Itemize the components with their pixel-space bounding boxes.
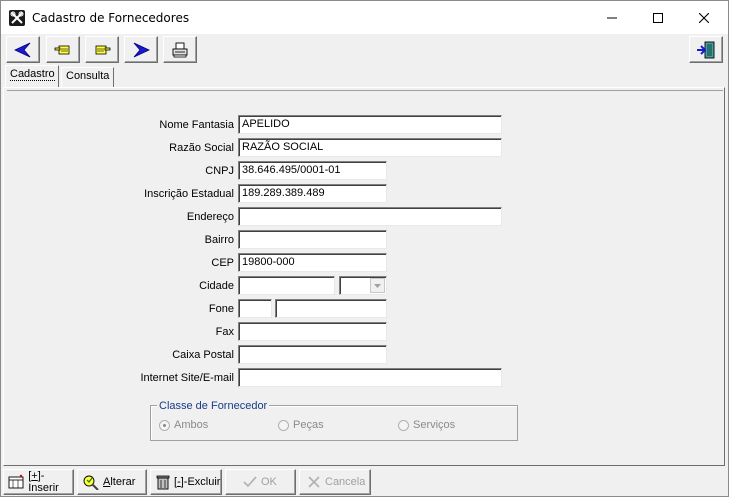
close-icon <box>699 12 709 23</box>
action-bar: [+]-Inserir Alterar [-]-Excluir OK Cance… <box>1 468 728 496</box>
print-button[interactable] <box>163 36 197 63</box>
next-record-button[interactable] <box>85 36 119 63</box>
label-endereco: Endereço <box>186 211 234 223</box>
hand-left-icon <box>54 45 70 54</box>
maximize-button[interactable] <box>635 1 681 34</box>
tab-strip: Cadastro Consulta <box>1 65 728 87</box>
exit-button[interactable] <box>689 36 723 63</box>
radio-pecas-indicator <box>278 419 289 431</box>
site-email-field[interactable] <box>238 368 502 387</box>
excluir-label: [-]-Excluir <box>174 476 221 488</box>
label-nome-fantasia: Nome Fantasia <box>159 119 234 131</box>
radio-servicos-indicator <box>398 419 409 431</box>
tab-consulta[interactable]: Consulta <box>61 67 114 87</box>
tab-cadastro-label: Cadastro <box>10 68 55 81</box>
alterar-button[interactable]: Alterar <box>77 469 147 495</box>
printer-icon <box>172 42 188 57</box>
arrow-right-icon <box>133 42 150 57</box>
label-inscricao-estadual: Inscrição Estadual <box>144 188 234 200</box>
label-cnpj: CNPJ <box>205 165 234 177</box>
close-button[interactable] <box>681 1 727 34</box>
inserir-label: [+]-Inserir <box>28 470 59 494</box>
label-site-email: Internet Site/E-mail <box>140 372 234 384</box>
radio-ambos[interactable]: Ambos <box>159 419 208 431</box>
cancela-label: Cancela <box>325 476 366 488</box>
label-cidade: Cidade <box>199 280 234 292</box>
cancel-x-icon <box>308 476 320 488</box>
cep-field[interactable]: 19800-000 <box>238 253 387 272</box>
label-razao-social: Razão Social <box>169 142 234 154</box>
ok-button[interactable]: OK <box>225 469 296 495</box>
radio-servicos-label: Serviços <box>413 419 456 431</box>
title-bar[interactable]: Cadastro de Fornecedores <box>1 1 728 34</box>
previous-record-button[interactable] <box>46 36 80 63</box>
maximize-icon <box>653 12 663 23</box>
insert-record-icon <box>8 474 24 489</box>
cidade-field[interactable] <box>238 276 335 295</box>
alterar-label: Alterar <box>103 476 136 488</box>
radio-ambos-label: Ambos <box>174 419 209 431</box>
classe-fornecedor-title: Classe de Fornecedor <box>157 400 270 412</box>
tab-cadastro[interactable]: Cadastro <box>5 65 59 87</box>
minimize-icon <box>607 17 617 18</box>
endereco-field[interactable] <box>238 207 502 226</box>
nome-fantasia-field[interactable]: APELIDO <box>238 115 502 134</box>
radio-pecas[interactable]: Peças <box>278 419 324 431</box>
ok-label: OK <box>261 476 277 488</box>
toolbar <box>1 34 728 64</box>
label-caixa-postal: Caixa Postal <box>172 349 234 361</box>
inserir-button[interactable]: [+]-Inserir <box>3 469 74 495</box>
app-icon <box>9 10 25 26</box>
arrow-left-icon <box>14 42 31 57</box>
fax-field[interactable] <box>238 322 387 341</box>
inscricao-estadual-field[interactable]: 189.289.389.489 <box>238 184 387 203</box>
label-cep: CEP <box>211 257 234 269</box>
window-title: Cadastro de Fornecedores <box>32 11 190 25</box>
last-record-button[interactable] <box>124 36 158 63</box>
first-record-button[interactable] <box>6 36 40 63</box>
fone-ddd-field[interactable] <box>238 299 272 318</box>
main-window: Cadastro de Fornecedores Cadastro Consul… <box>0 0 729 497</box>
tab-consulta-label: Consulta <box>66 70 110 82</box>
hand-right-icon <box>95 45 111 54</box>
cancela-button[interactable]: Cancela <box>299 469 371 495</box>
razao-social-field[interactable]: RAZÃO SOCIAL <box>238 138 502 157</box>
fone-field[interactable] <box>275 299 387 318</box>
trash-icon <box>156 475 170 490</box>
minimize-button[interactable] <box>589 1 635 34</box>
excluir-button[interactable]: [-]-Excluir <box>150 469 222 495</box>
edit-record-icon <box>83 475 99 490</box>
radio-ambos-indicator <box>159 419 170 431</box>
chevron-down-icon <box>374 283 381 288</box>
radio-pecas-label: Peças <box>293 419 324 431</box>
label-bairro: Bairro <box>204 234 234 246</box>
radio-servicos[interactable]: Serviços <box>398 419 455 431</box>
caixa-postal-field[interactable] <box>238 345 387 364</box>
uf-dropdown-button[interactable] <box>370 278 385 293</box>
checkmark-icon <box>243 476 257 488</box>
bairro-field[interactable] <box>238 230 387 249</box>
uf-combo[interactable] <box>339 276 387 295</box>
cnpj-field[interactable]: 38.646.495/0001-01 <box>238 161 387 180</box>
panel-divider <box>7 90 723 91</box>
label-fax: Fax <box>215 326 234 338</box>
exit-door-icon <box>697 41 715 58</box>
label-fone: Fone <box>208 303 234 315</box>
